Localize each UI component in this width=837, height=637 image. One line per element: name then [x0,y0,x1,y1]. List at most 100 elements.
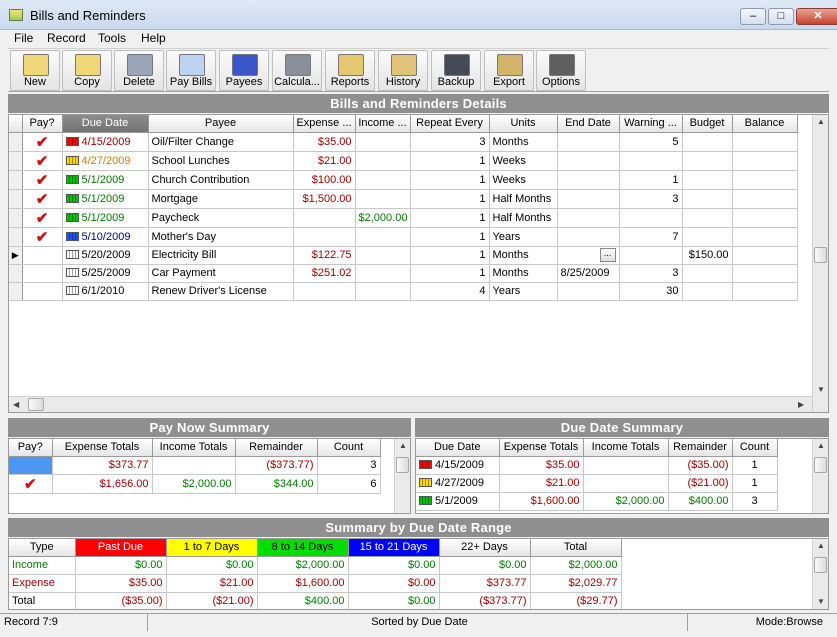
column-header[interactable]: Due Date [62,115,149,133]
cell-pay[interactable] [22,264,63,283]
scroll-down-icon[interactable]: ▼ [817,385,825,394]
cell-value[interactable]: $0.00 [75,556,167,575]
cell-expense[interactable]: $35.00 [293,132,356,152]
table-row[interactable]: 5/25/2009 Car Payment $251.02 1 Months 8/25/2… [9,264,798,283]
scroll-up-icon[interactable]: ▲ [817,541,825,550]
cell-units[interactable]: Half Months [489,189,558,209]
menu-tools[interactable]: Tools [98,31,126,45]
cell-warning[interactable] [619,246,683,265]
column-header[interactable]: Count [317,439,381,457]
copy-button[interactable]: Copy [62,50,112,91]
cell-income[interactable]: $2,000.00 [152,474,236,494]
cell-expense[interactable]: $122.75 [293,246,356,265]
cell-due[interactable]: 5/1/2009 [62,189,149,209]
row-selector[interactable] [9,282,23,301]
table-row[interactable]: 6/1/2010 Renew Driver's License 4 Years 30 [9,282,798,301]
cell-expense[interactable] [293,227,356,247]
details-horizontal-scrollbar[interactable]: ◀ ▶ [9,396,812,412]
cell-pay[interactable]: ✔ [22,132,63,152]
cell-warning[interactable]: 3 [619,189,683,209]
cell-value[interactable]: $0.00 [166,556,258,575]
cell-budget[interactable] [682,264,733,283]
cell-units[interactable]: Weeks [489,170,558,190]
cell-remainder[interactable]: ($21.00) [668,474,733,493]
column-header[interactable]: Total [530,539,622,557]
cell-expense[interactable]: $1,600.00 [499,492,584,511]
cell-pay[interactable]: ✔ [22,170,63,190]
row-selector[interactable] [9,208,23,228]
cell-value[interactable]: $0.00 [348,592,440,609]
column-header[interactable]: Remainder [235,439,318,457]
cell-repeat[interactable]: 1 [410,246,490,265]
cell-budget[interactable] [682,132,733,152]
column-header[interactable]: Units [489,115,558,133]
options-button[interactable]: Options [536,50,586,91]
cell-value[interactable]: ($21.00) [166,592,258,609]
cell-units[interactable]: Months [489,264,558,283]
table-row[interactable]: ✔ 5/10/2009 Mother's Day 1 Years 7 [9,227,798,247]
cell-due[interactable]: 5/10/2009 [62,227,149,247]
due-summary-scrollbar[interactable]: ▲ [812,439,828,513]
column-header[interactable]: 15 to 21 Days [348,539,440,557]
cell-value[interactable]: ($35.00) [75,592,167,609]
cell-pay[interactable] [22,282,63,301]
cell-income[interactable] [355,170,411,190]
cell-end[interactable] [557,170,620,190]
cell-payee[interactable]: Mother's Day [148,227,294,247]
cell-income[interactable] [355,132,411,152]
column-header[interactable]: Warning ... [619,115,683,133]
cell-payee[interactable]: Car Payment [148,264,294,283]
cell-repeat[interactable]: 1 [410,227,490,247]
cell-warning[interactable]: 7 [619,227,683,247]
cell-type[interactable]: Expense [9,574,76,593]
new-button[interactable]: New [10,50,60,91]
table-row[interactable]: ✔ 4/15/2009 Oil/Filter Change $35.00 3 Months… [9,132,798,152]
details-vscroll-thumb[interactable] [814,247,827,263]
scroll-down-icon[interactable]: ▼ [817,597,825,606]
cell-balance[interactable] [732,264,798,283]
column-header[interactable]: Remainder [668,439,733,457]
cell-due[interactable]: 4/27/2009 [62,151,149,171]
cell-value[interactable]: $2,000.00 [530,556,622,575]
cell-value[interactable]: $0.00 [348,556,440,575]
column-header[interactable]: Past Due [75,539,167,557]
cell-income[interactable]: $2,000.00 [583,492,669,511]
column-header[interactable]: Budget [682,115,733,133]
column-header[interactable]: Type [9,539,76,557]
cell-balance[interactable] [732,282,798,301]
cell-repeat[interactable]: 1 [410,151,490,171]
cell-income[interactable] [355,246,411,265]
cell-units[interactable]: Months [489,246,558,265]
cell-due[interactable]: 5/20/2009 [62,246,149,265]
cell-balance[interactable] [732,132,798,152]
cell-payee[interactable]: Renew Driver's License [148,282,294,301]
cell-expense[interactable]: $100.00 [293,170,356,190]
table-row[interactable]: $373.77 ($373.77) 3 [9,456,381,475]
cell-income[interactable] [355,282,411,301]
calcula-button[interactable]: Calcula... [272,50,322,91]
table-row[interactable]: 5/1/2009 $1,600.00 $2,000.00 $400.00 3 [416,492,778,511]
table-row[interactable]: ✔ $1,656.00 $2,000.00 $344.00 6 [9,474,381,494]
cell-balance[interactable] [732,151,798,171]
cell-warning[interactable]: 5 [619,132,683,152]
column-header[interactable]: Repeat Every [410,115,490,133]
cell-warning[interactable]: 30 [619,282,683,301]
cell-pay[interactable]: ✔ [22,208,63,228]
cell-repeat[interactable]: 1 [410,189,490,209]
table-row[interactable]: 4/15/2009 $35.00 ($35.00) 1 [416,456,778,475]
cell-count[interactable]: 6 [317,474,381,494]
cell-remainder[interactable]: ($373.77) [235,456,318,475]
cell-expense[interactable]: $35.00 [499,456,584,475]
cell-units[interactable]: Years [489,282,558,301]
menu-file[interactable]: File [14,31,33,45]
cell-value[interactable]: $0.00 [439,556,531,575]
row-selector[interactable] [9,170,23,190]
cell-budget[interactable] [682,282,733,301]
cell-end[interactable] [557,132,620,152]
backup-button[interactable]: Backup [431,50,481,91]
range-summary-scrollbar[interactable]: ▲ ▼ [812,539,828,609]
cell-income[interactable] [355,264,411,283]
cell-type[interactable]: Income [9,556,76,575]
cell-warning[interactable]: 1 [619,170,683,190]
cell-expense[interactable]: $21.00 [293,151,356,171]
